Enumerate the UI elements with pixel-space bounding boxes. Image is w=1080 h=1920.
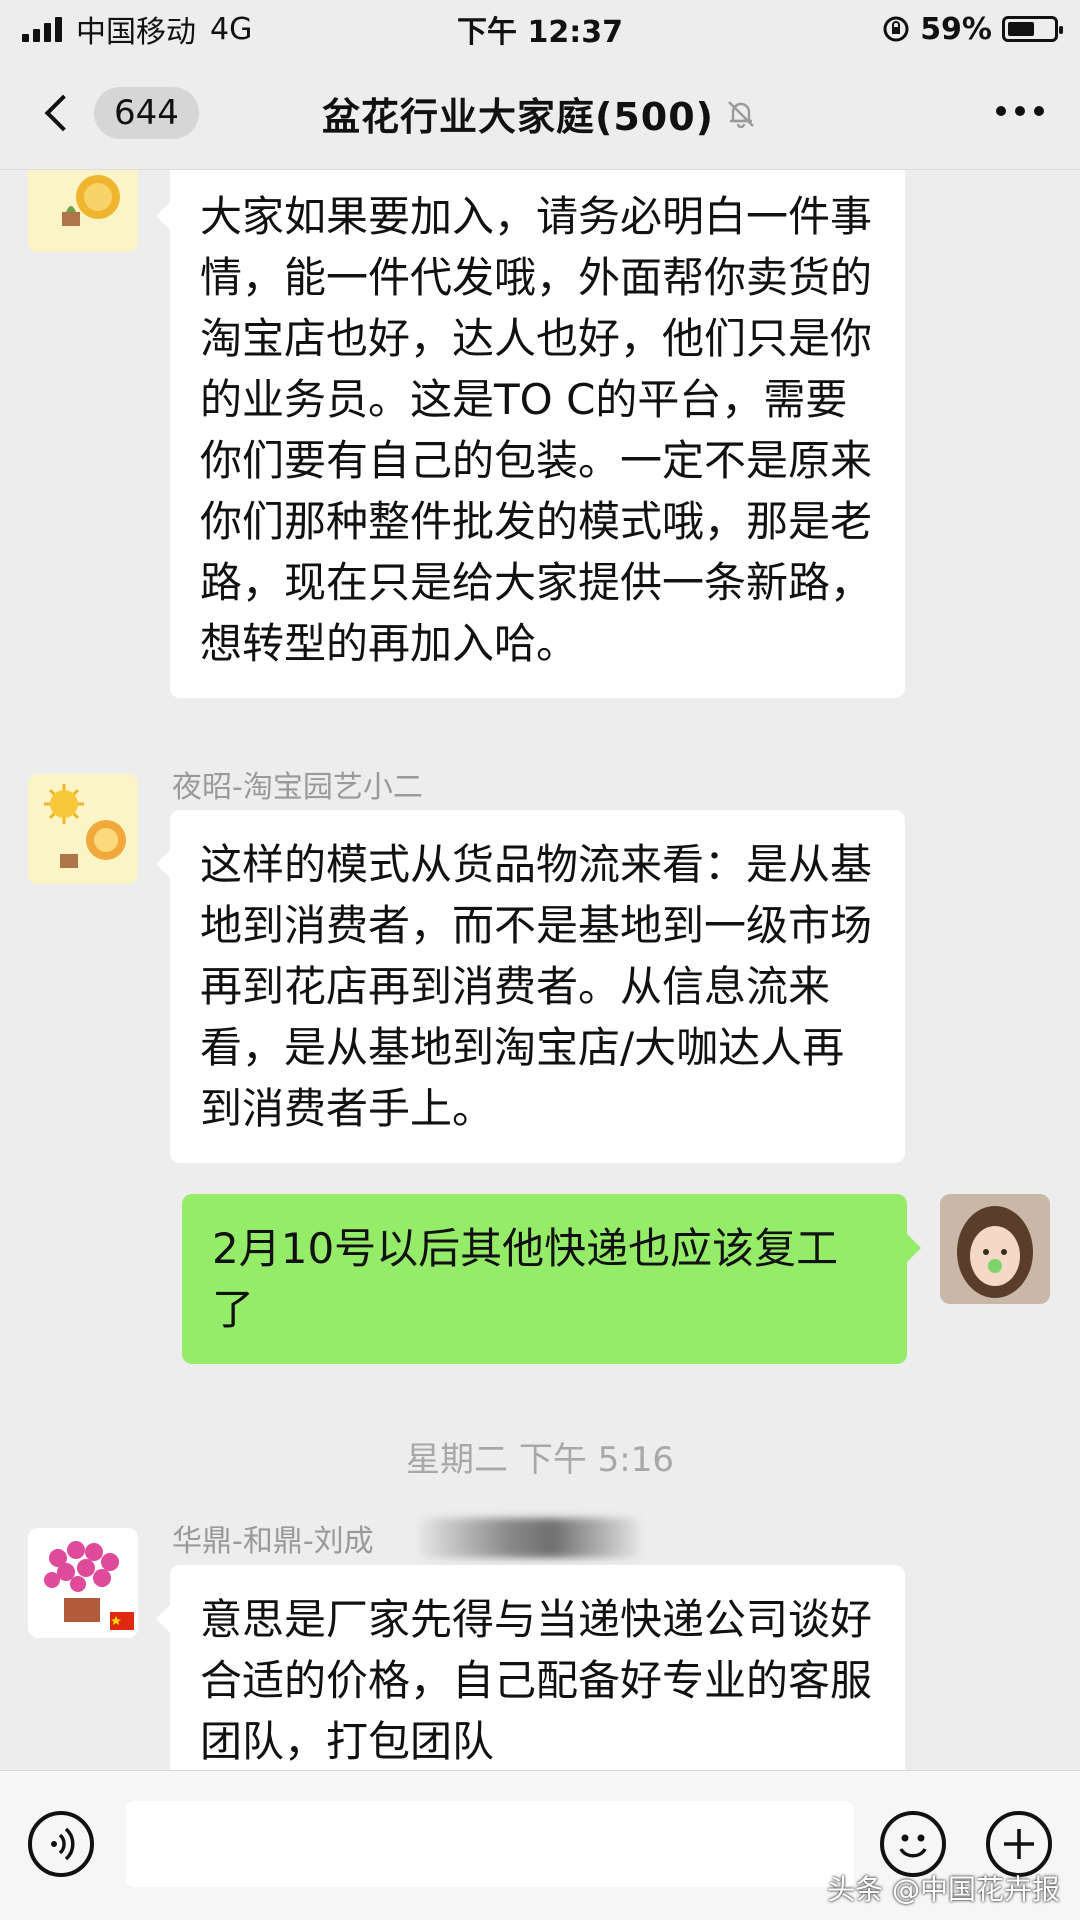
message-text: 意思是厂家先得与当递快递公司谈好合适的价格，自己配备好专业的客服团队，打包团队 (200, 1595, 873, 1766)
signal-icon (22, 16, 62, 42)
timestamp-divider: 星期二 下午 5:16 (406, 1440, 674, 1480)
chevron-left-icon (44, 94, 82, 132)
status-right: 59% (882, 11, 1063, 47)
message-text: 大家如果要加入，请务必明白一件事情，能一件代发哦，外面帮你卖货的淘宝店也好，达人… (200, 192, 873, 668)
more-options-button[interactable] (996, 106, 1044, 116)
blurred-redaction (420, 1518, 640, 1558)
potted-flower-avatar (28, 1528, 138, 1638)
battery-fill (1008, 22, 1034, 36)
network-label: 4G (210, 11, 253, 47)
girl-photo-avatar (940, 1194, 1050, 1304)
chat-messages[interactable]: 大家如果要加入，请务必明白一件事情，能一件代发哦，外面帮你卖货的淘宝店也好，达人… (0, 170, 1080, 1770)
battery-percent: 59% (920, 11, 992, 47)
avatar[interactable] (28, 774, 138, 884)
avatar[interactable] (28, 170, 138, 252)
emoji-icon (899, 1834, 927, 1858)
input-bar: 头条 @中国花卉报 (0, 1770, 1080, 1920)
battery-icon (1002, 16, 1063, 42)
message-bubble[interactable]: 大家如果要加入，请务必明白一件事情，能一件代发哦，外面帮你卖货的淘宝店也好，达人… (156, 170, 905, 698)
status-left: 中国移动 4G (22, 7, 252, 51)
avatar[interactable] (28, 1528, 138, 1638)
avatar[interactable] (940, 1194, 1050, 1304)
message-bubble[interactable]: 这样的模式从货品物流来看：是从基地到消费者，而不是基地到一级市场再到花店再到消费… (156, 810, 905, 1163)
more-dot (1034, 106, 1044, 116)
more-dots-icon (996, 106, 1006, 116)
message-bubble-own[interactable]: 2月10号以后其他快递也应该复工了 (182, 1194, 921, 1364)
sun-lion-cartoon-avatar (28, 170, 138, 252)
back-button[interactable]: 644 (40, 80, 199, 146)
sender-name: 华鼎-和鼎-刘成 (172, 1524, 374, 1559)
sender-name: 夜昭-淘宝园艺小二 (172, 770, 423, 805)
message-input[interactable] (126, 1801, 854, 1887)
watermark: 头条 @中国花卉报 (827, 1873, 1060, 1906)
plus-icon (1004, 1829, 1034, 1859)
orientation-lock-icon (883, 16, 909, 42)
voice-icon (51, 1827, 75, 1861)
carrier-label: 中国移动 (76, 15, 196, 50)
bell-muted-icon (728, 100, 754, 128)
message-text: 2月10号以后其他快递也应该复工了 (212, 1224, 839, 1334)
message-text: 这样的模式从货品物流来看：是从基地到消费者，而不是基地到一级市场再到花店再到消费… (200, 840, 873, 1133)
status-bar: 中国移动 4G 下午 12:37 59% (0, 0, 1080, 58)
chat-title: 盆花行业大家庭(500) (321, 95, 715, 139)
more-dot (1015, 106, 1025, 116)
message-bubble[interactable]: 意思是厂家先得与当递快递公司谈好合适的价格，自己配备好专业的客服团队，打包团队 (156, 1565, 905, 1770)
voice-button[interactable] (28, 1811, 94, 1877)
unread-count-badge: 644 (94, 87, 199, 139)
chat-title-wrap: 盆花行业大家庭(500) (322, 86, 758, 141)
sun-lion-cartoon-avatar (28, 774, 138, 884)
chat-header: 644 盆花行业大家庭(500) (0, 58, 1080, 170)
